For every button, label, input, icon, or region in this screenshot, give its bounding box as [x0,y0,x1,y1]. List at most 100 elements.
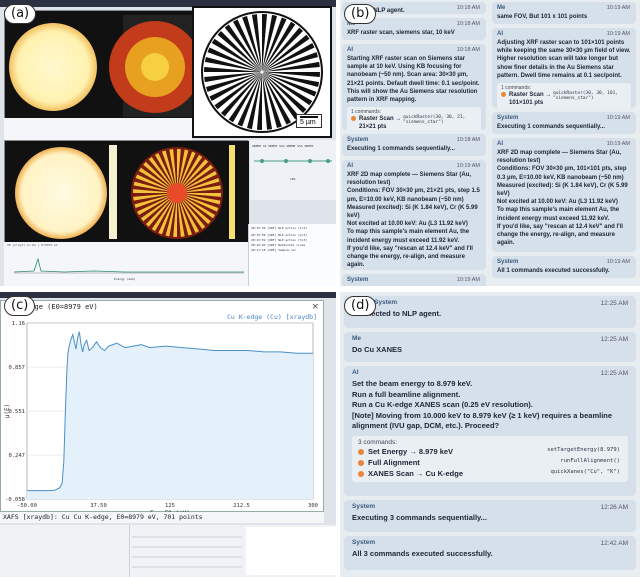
message-time: 10:18 AM [456,21,480,27]
xrf-map-window-low-res[interactable] [4,10,201,119]
command-log: 20:15:59 [XRF] NLP action [1/3] 20:15:59… [248,224,336,286]
message-text: Connected to NLP agent. [352,309,442,318]
command-label: Set Energy → 8.979 keV [368,446,454,456]
panel-a-xrf-gui: (a) Eiger XRF 256x 30 pts [0,0,336,286]
siemens-star-inset: 5 µm [192,6,332,138]
command-label: Raster Scan → 101×101 pts [509,92,552,107]
message-text: Executing 1 commands sequentially... [347,146,455,152]
figure-root: (a) Eiger XRF 256x 30 pts [0,0,640,577]
chat-column-right: Me 10:19 AM same FOV, But 101 x 101 points… [492,0,638,286]
chat-message: System 12:25 AM Connected to NLP agent. [344,296,636,328]
xafs-plot-window[interactable]: Cu K-edge (E0=8979 eV) × Cu K-edge (Cu) … [0,300,324,517]
message-time: 10:19 AM [606,5,630,11]
scale-bar-label: 5 µm [300,119,316,126]
message-time: 10:19 AM [606,141,630,147]
xrf-star-center [167,183,187,203]
command-label: XANES Scan → Cu K-edge [368,468,464,478]
xrf-map-window-high-res[interactable] [4,140,249,243]
xafs-bottom-panels [0,525,336,577]
xrf-map-low-res [5,11,201,119]
message-sender: AI [352,369,359,376]
message-time: 10:19 AM [606,259,630,265]
chat-message: Me 12:25 AM Do Cu XANES [344,332,636,362]
xafs-console [0,525,130,577]
message-time: 12:25 AM [600,336,628,343]
message-time: 10:19 AM [456,277,480,283]
command-code: quickXanes("Cu", "K") [550,468,620,475]
xrf-spectrum-plot [13,257,244,274]
chat-message: AI 10:19 AM XRF 2D map complete — Siemens … [342,160,486,270]
star-spoke [262,72,320,78]
scale-bar: 5 µm [296,114,322,128]
message-text: Adjusting XRF raster scan to 101×101 poi… [497,40,631,79]
chat-message: System 10:18 AM Executing 1 commands seque… [342,134,486,156]
message-text: Executing 3 commands sequentially... [352,513,487,522]
chat-message: System10:19 AMAll 1 commands executed su… [492,256,636,278]
x-tick-label: -50.00 [17,503,37,509]
beamline-diagram: XBPM0 X2 XBPM3 SSA XBPM0 SSA XBPM3 10b [250,140,336,200]
command-label: Raster Scan → 21×21 pts [359,116,402,130]
command-item[interactable]: Set Energy → 8.979 keV setTargetEnergy(8… [358,446,622,457]
x-tick-label: 125 [165,503,175,509]
panel-label-a: (a) [4,4,37,24]
chat-message: System 12:26 AM Executing 3 commands seq… [344,500,636,532]
command-label: Full Alignment [368,457,420,467]
x-tick-label: 212.5 [233,503,250,509]
command-item[interactable]: Full Alignment runFullAlignment() [358,457,622,468]
spectrum-status: XR [xrayd] Cu Ka | E=8979 eV [7,243,58,247]
xafs-table [132,527,242,575]
message-sender: Me [352,335,362,342]
xafs-window-title: Cu K-edge (E0=8979 eV) [5,303,98,311]
close-icon[interactable]: × [311,302,319,312]
message-text: same FOV, But 101 x 101 points [497,14,588,20]
message-text: Starting XRF raster scan on Siemens star… [347,56,480,104]
message-text: XRF 2D map complete — Siemens Star (Au, … [497,150,628,247]
command-list-header: 3 commands: [358,438,398,446]
x-tick-label: 37.50 [90,503,107,509]
message-time: 12:25 AM [600,370,628,377]
message-time: 10:19 AM [606,31,630,37]
command-code: runFullAlignment() [560,457,620,464]
spectrum-axis-label: Energy (keV) [114,277,136,281]
status-dot-icon [358,448,364,455]
command-item[interactable]: Raster Scan → 21×21 pts quickRaster(30, 3… [351,115,477,130]
star-spoke [262,14,268,72]
panel-label-d: (d) [344,296,377,316]
beamline-labels: XBPM0 X2 XBPM3 SSA XBPM0 SSA XBPM3 [252,144,314,148]
chat-message: AI 10:19 AM Adjusting XRF raster scan to 1… [492,28,636,108]
message-sender: System [374,299,398,306]
status-dot-icon [358,459,364,466]
command-item[interactable]: Raster Scan → 101×101 pts quickRaster(30,… [501,91,627,107]
y-axis-label: µ(E) [4,404,11,418]
chat-message: System10:19 AMAll 1 commands executed su… [342,274,486,286]
xrf-spectrum-panel: XR [xrayd] Cu Ka | E=8979 eV Energy (keV… [4,242,248,286]
series-area [27,331,313,499]
y-tick-label: 1.16 [12,321,25,327]
status-dot-icon [351,116,356,122]
message-text: All 3 commands executed successfully. [352,549,493,558]
chat-message: System 12:42 AM All 3 commands executed … [344,536,636,570]
message-time: 12:25 AM [600,300,628,307]
message-time: 10:19 AM [456,163,480,169]
status-dot-icon [358,470,364,477]
colorbar [229,145,235,239]
message-text: Executing 1 commands sequentially... [497,124,605,130]
beamline-line [254,159,332,163]
x-tick-label: 300 [308,503,318,509]
message-text: Set the beam energy to 8.979 keV. Run a … [352,379,613,430]
xafs-app-titlebar [0,292,336,298]
panel-label-b: (b) [344,4,377,24]
y-tick-label: 0.247 [8,453,25,459]
message-text: All 1 commands executed successfully. [347,285,481,286]
command-code: quickRaster(30, 30, 21, "siemens_star") [403,115,466,126]
y-tick-label: 0.857 [8,365,25,371]
xafs-status-bar: XAFS [xraydb]: Cu Cu K-edge, E0=8979 eV,… [0,512,324,523]
panel-label-c: (c) [4,296,36,316]
message-text: All 1 commands executed successfully. [497,268,610,274]
xafs-log [246,527,336,575]
beamline-sub: 10b [290,177,296,181]
star-spoke [256,72,262,130]
message-text: XRF 2D map complete — Siemens Star (Au, … [347,172,480,269]
command-item[interactable]: XANES Scan → Cu K-edge quickXanes("Cu", … [358,468,622,479]
message-time: 10:18 AM [456,137,480,143]
